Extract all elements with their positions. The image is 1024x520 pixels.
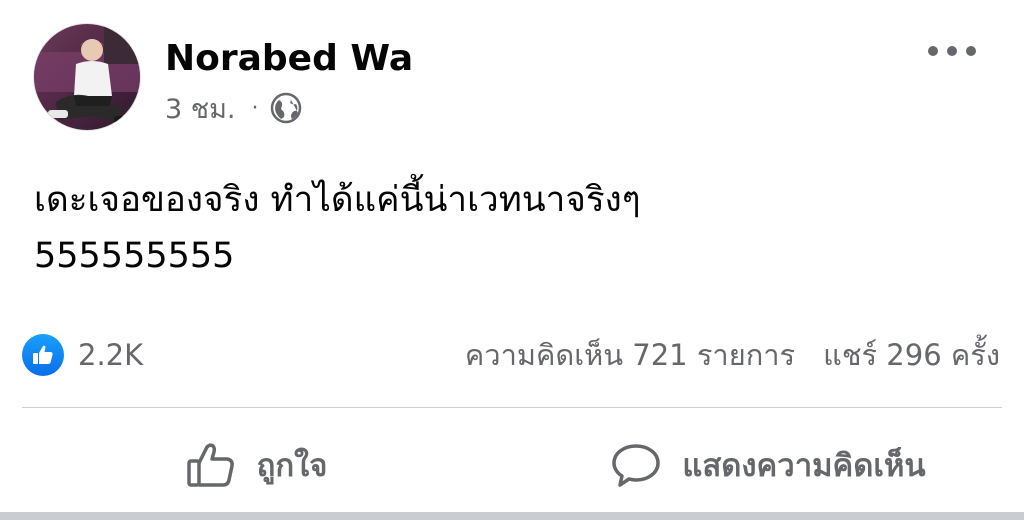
share-count[interactable]: แชร์ 296 ครั้ง xyxy=(823,332,1000,378)
comment-button[interactable]: แสดงความคิดเห็น xyxy=(512,430,1024,500)
thumbs-up-icon xyxy=(33,345,53,364)
comment-button-label: แสดงความคิดเห็น xyxy=(682,448,926,484)
post-text-line: เดะเจอของจริง ทำได้แค่นี้น่าเวทนาจริงๆ xyxy=(34,180,641,220)
facebook-post: Norabed Wa 3 ชม. · เดะเจอของจริง ทำได้แค… xyxy=(0,0,1024,520)
like-button[interactable]: ถูกใจ xyxy=(0,430,512,500)
reactions-bar: 2.2K ความคิดเห็น 721 รายการ แชร์ 296 ครั… xyxy=(22,332,1000,378)
like-count[interactable]: 2.2K xyxy=(78,338,143,372)
avatar[interactable] xyxy=(34,24,140,130)
comment-bubble-icon xyxy=(612,444,661,487)
like-reaction-icon[interactable] xyxy=(22,334,64,376)
post-timestamp[interactable]: 3 ชม. xyxy=(165,87,235,130)
meta-separator: · xyxy=(251,95,259,121)
more-options-icon[interactable] xyxy=(928,36,976,66)
feed-separator xyxy=(0,512,1024,520)
like-button-label: ถูกใจ xyxy=(256,448,328,484)
author-name[interactable]: Norabed Wa xyxy=(165,38,413,79)
globe-icon[interactable] xyxy=(270,92,302,124)
comment-count[interactable]: ความคิดเห็น 721 รายการ xyxy=(465,332,795,378)
post-actions: ถูกใจ แสดงความคิดเห็น xyxy=(0,430,1024,500)
post-body: เดะเจอของจริง ทำได้แค่นี้น่าเวทนาจริงๆ 5… xyxy=(34,172,974,284)
post-meta: 3 ชม. · xyxy=(165,88,302,128)
engagement-stats: ความคิดเห็น 721 รายการ แชร์ 296 ครั้ง xyxy=(465,332,1000,378)
divider xyxy=(22,407,1002,408)
thumbs-up-outline-icon xyxy=(186,443,234,487)
post-text-line: 555555555 xyxy=(34,236,235,276)
avatar-photo xyxy=(34,24,140,130)
